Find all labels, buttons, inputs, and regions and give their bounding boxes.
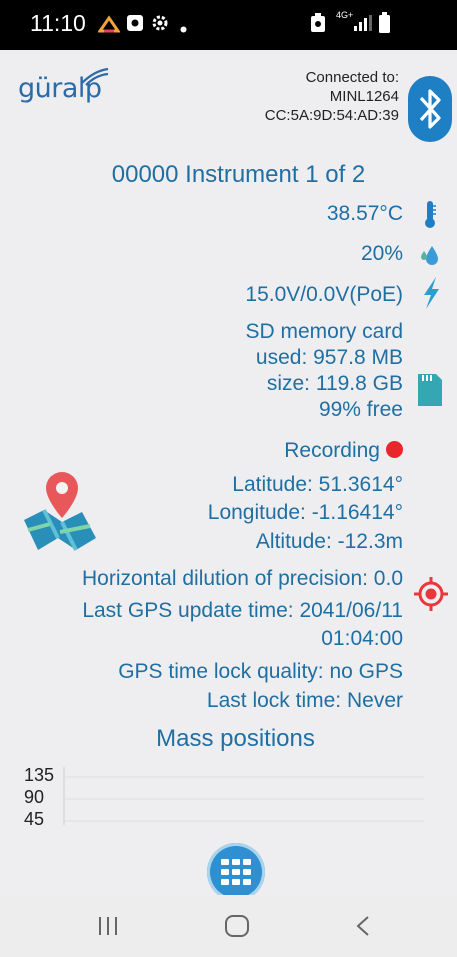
power-value: 15.0V/0.0V(PoE) <box>245 283 403 306</box>
gps-latitude: Latitude: 51.3614° <box>232 473 403 496</box>
bluetooth-icon[interactable] <box>408 76 452 147</box>
device-name: MINL1264 <box>329 88 399 105</box>
dot-icon <box>180 20 187 38</box>
sd-card-title: SD memory card <box>245 320 403 343</box>
map-location-icon <box>20 468 100 561</box>
recording-status: Recording <box>284 439 403 463</box>
recording-indicator-icon <box>386 441 403 458</box>
battery-saver-icon <box>310 13 326 38</box>
logo-swoosh-icon <box>81 67 109 86</box>
lightning-icon <box>420 276 442 315</box>
humidity-value: 20% <box>360 242 403 265</box>
recording-label: Recording <box>284 439 380 462</box>
sd-card-used: used: 957.8 MB <box>255 346 403 369</box>
signal-icon <box>352 14 374 37</box>
battery-icon <box>378 12 391 39</box>
temperature-value: 38.57°C <box>326 202 403 225</box>
gps-lock-quality: GPS time lock quality: no GPS <box>118 660 403 683</box>
thermometer-icon <box>422 199 438 234</box>
recent-apps-icon[interactable] <box>96 915 120 942</box>
system-navigation-bar <box>0 895 457 957</box>
gps-last-update-time: 01:04:00 <box>321 627 403 650</box>
sd-card-free: 99% free <box>318 398 403 421</box>
mac-address: CC:5A:9D:54:AD:39 <box>264 107 399 124</box>
gps-hdop: Horizontal dilution of precision: 0.0 <box>81 567 403 590</box>
notification-icon <box>126 14 144 37</box>
connected-label: Connected to: <box>305 69 399 86</box>
network-type-label: 4G+ <box>336 10 354 20</box>
gear-icon <box>150 13 170 38</box>
home-icon[interactable] <box>224 914 250 943</box>
gps-target-icon <box>413 576 449 617</box>
gps-longitude: Longitude: -1.16414° <box>207 501 403 524</box>
back-icon[interactable] <box>354 915 372 942</box>
mass-positions-title: Mass positions <box>156 725 315 752</box>
humidity-drops-icon <box>418 242 442 273</box>
home-app-icon <box>97 15 121 38</box>
instrument-screen: güralp Connected to: MINL1264 CC:5A:9D:5… <box>0 50 457 895</box>
menu-grid-button[interactable] <box>207 843 265 895</box>
gps-last-lock: Last lock time: Never <box>206 689 403 712</box>
sd-card-size: size: 119.8 GB <box>266 372 403 395</box>
chart-plot-area <box>63 767 424 825</box>
sd-card-icon <box>416 372 444 413</box>
mass-positions-chart: 135 90 45 <box>24 765 424 825</box>
status-bar: 11:10 4G+ <box>0 0 457 50</box>
instrument-title: 00000 Instrument 1 of 2 <box>111 161 366 188</box>
gps-last-update: Last GPS update time: 2041/06/11 <box>82 599 403 622</box>
connection-info: Connected to: MINL1264 CC:5A:9D:54:AD:39 <box>265 68 399 125</box>
grid-icon <box>221 859 251 885</box>
guralp-logo: güralp <box>18 67 109 104</box>
status-time: 11:10 <box>30 10 86 36</box>
gps-altitude: Altitude: -12.3m <box>255 530 403 553</box>
